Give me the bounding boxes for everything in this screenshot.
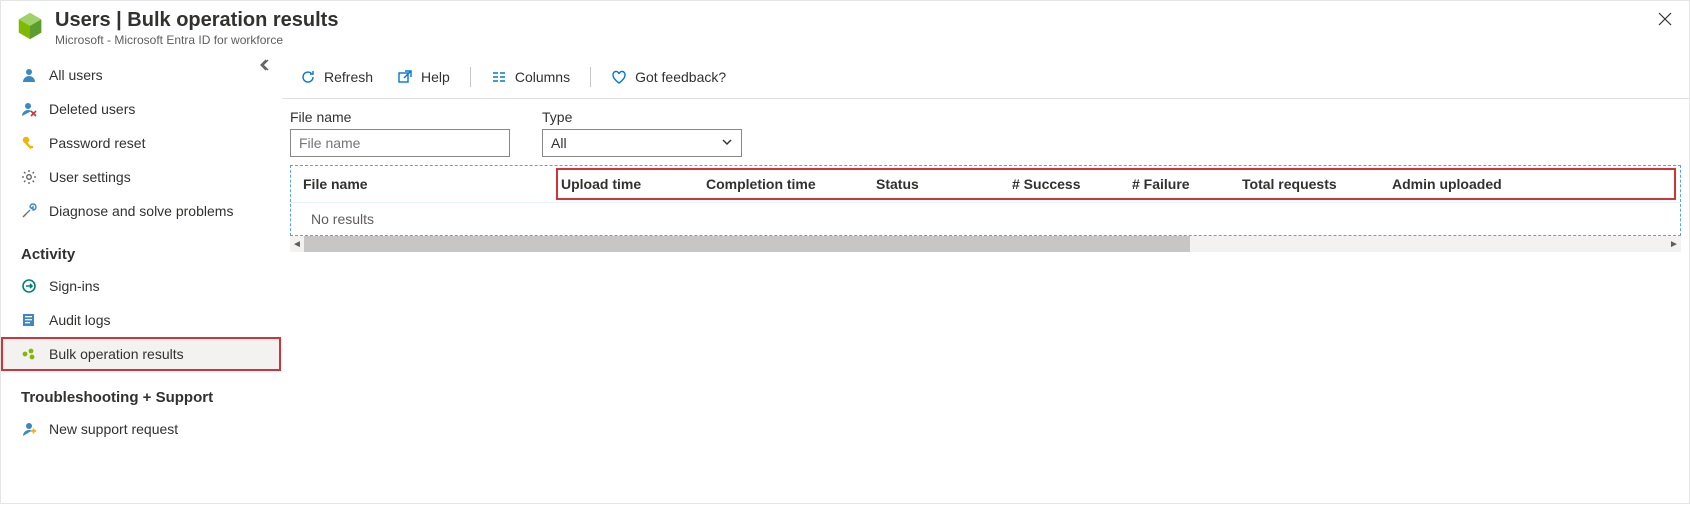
support-icon xyxy=(21,421,37,437)
help-button[interactable]: Help xyxy=(387,61,460,93)
horizontal-scrollbar[interactable]: ◄ ► xyxy=(290,236,1681,252)
nav-label: Sign-ins xyxy=(49,278,100,294)
main-content: Refresh Help Columns Got feedback xyxy=(281,51,1689,505)
col-success[interactable]: # Success xyxy=(1012,176,1132,192)
chevron-down-icon xyxy=(721,135,733,151)
person-delete-icon xyxy=(21,101,37,117)
sidebar-item-sign-ins[interactable]: Sign-ins xyxy=(1,269,281,303)
refresh-button[interactable]: Refresh xyxy=(290,61,383,93)
page-header: Users | Bulk operation results Microsoft… xyxy=(1,1,1689,51)
nav-label: Deleted users xyxy=(49,101,135,117)
filename-filter-input[interactable] xyxy=(290,129,510,157)
sidebar-item-user-settings[interactable]: User settings xyxy=(1,160,281,194)
separator xyxy=(470,67,471,87)
toolbar-label: Help xyxy=(421,69,450,85)
sidebar-item-bulk-operation-results[interactable]: Bulk operation results xyxy=(1,337,281,371)
bulk-results-icon xyxy=(21,346,37,362)
sidebar-item-all-users[interactable]: All users xyxy=(1,58,281,92)
columns-icon xyxy=(491,69,507,85)
sidebar-item-deleted-users[interactable]: Deleted users xyxy=(1,92,281,126)
table-header-row: File name Upload time Completion time St… xyxy=(291,166,1680,202)
sidebar-item-password-reset[interactable]: Password reset xyxy=(1,126,281,160)
toolbar-label: Refresh xyxy=(324,69,373,85)
filename-filter-label: File name xyxy=(290,109,510,125)
toolbar-label: Columns xyxy=(515,69,570,85)
col-admin-uploaded[interactable]: Admin uploaded xyxy=(1392,176,1680,192)
close-button[interactable] xyxy=(1653,7,1677,31)
toolbar: Refresh Help Columns Got feedback xyxy=(282,55,1689,99)
nav-label: All users xyxy=(49,67,103,83)
key-icon xyxy=(21,135,37,151)
heart-icon xyxy=(611,69,627,85)
separator xyxy=(590,67,591,87)
person-icon xyxy=(21,67,37,83)
sidebar-section-activity: Activity xyxy=(1,228,281,269)
col-total-requests[interactable]: Total requests xyxy=(1242,176,1392,192)
signin-icon xyxy=(21,278,37,294)
type-filter-value: All xyxy=(551,135,567,151)
scroll-left-icon[interactable]: ◄ xyxy=(290,239,304,250)
product-logo-icon xyxy=(15,11,45,41)
log-icon xyxy=(21,312,37,328)
collapse-sidebar-button[interactable] xyxy=(259,58,273,75)
nav-label: Audit logs xyxy=(49,312,110,328)
filter-row: File name Type All xyxy=(282,99,1689,165)
results-table: File name Upload time Completion time St… xyxy=(290,165,1681,236)
toolbar-label: Got feedback? xyxy=(635,69,726,85)
nav-label: Password reset xyxy=(49,135,145,151)
col-upload-time[interactable]: Upload time xyxy=(561,176,706,192)
type-filter-label: Type xyxy=(542,109,742,125)
nav-label: Bulk operation results xyxy=(49,346,184,362)
sidebar-section-support: Troubleshooting + Support xyxy=(1,371,281,412)
page-subtitle: Microsoft - Microsoft Entra ID for workf… xyxy=(55,33,338,47)
nav-label: Diagnose and solve problems xyxy=(49,203,233,219)
sidebar-item-audit-logs[interactable]: Audit logs xyxy=(1,303,281,337)
no-results-text: No results xyxy=(291,202,1680,235)
columns-button[interactable]: Columns xyxy=(481,61,580,93)
nav-label: User settings xyxy=(49,169,131,185)
col-completion-time[interactable]: Completion time xyxy=(706,176,876,192)
wrench-icon xyxy=(21,203,37,219)
scroll-right-icon[interactable]: ► xyxy=(1667,239,1681,250)
col-status[interactable]: Status xyxy=(876,176,1012,192)
col-failure[interactable]: # Failure xyxy=(1132,176,1242,192)
sidebar-item-new-support-request[interactable]: New support request xyxy=(1,412,281,446)
refresh-icon xyxy=(300,69,316,85)
external-link-icon xyxy=(397,69,413,85)
feedback-button[interactable]: Got feedback? xyxy=(601,61,736,93)
gear-icon xyxy=(21,169,37,185)
page-title: Users | Bulk operation results xyxy=(55,9,338,32)
type-filter-select[interactable]: All xyxy=(542,129,742,157)
scrollbar-thumb[interactable] xyxy=(304,236,1190,252)
nav-label: New support request xyxy=(49,421,178,437)
col-filename[interactable]: File name xyxy=(303,176,561,192)
sidebar: All users Deleted users Password reset U… xyxy=(1,51,281,505)
sidebar-item-diagnose[interactable]: Diagnose and solve problems xyxy=(1,194,281,228)
